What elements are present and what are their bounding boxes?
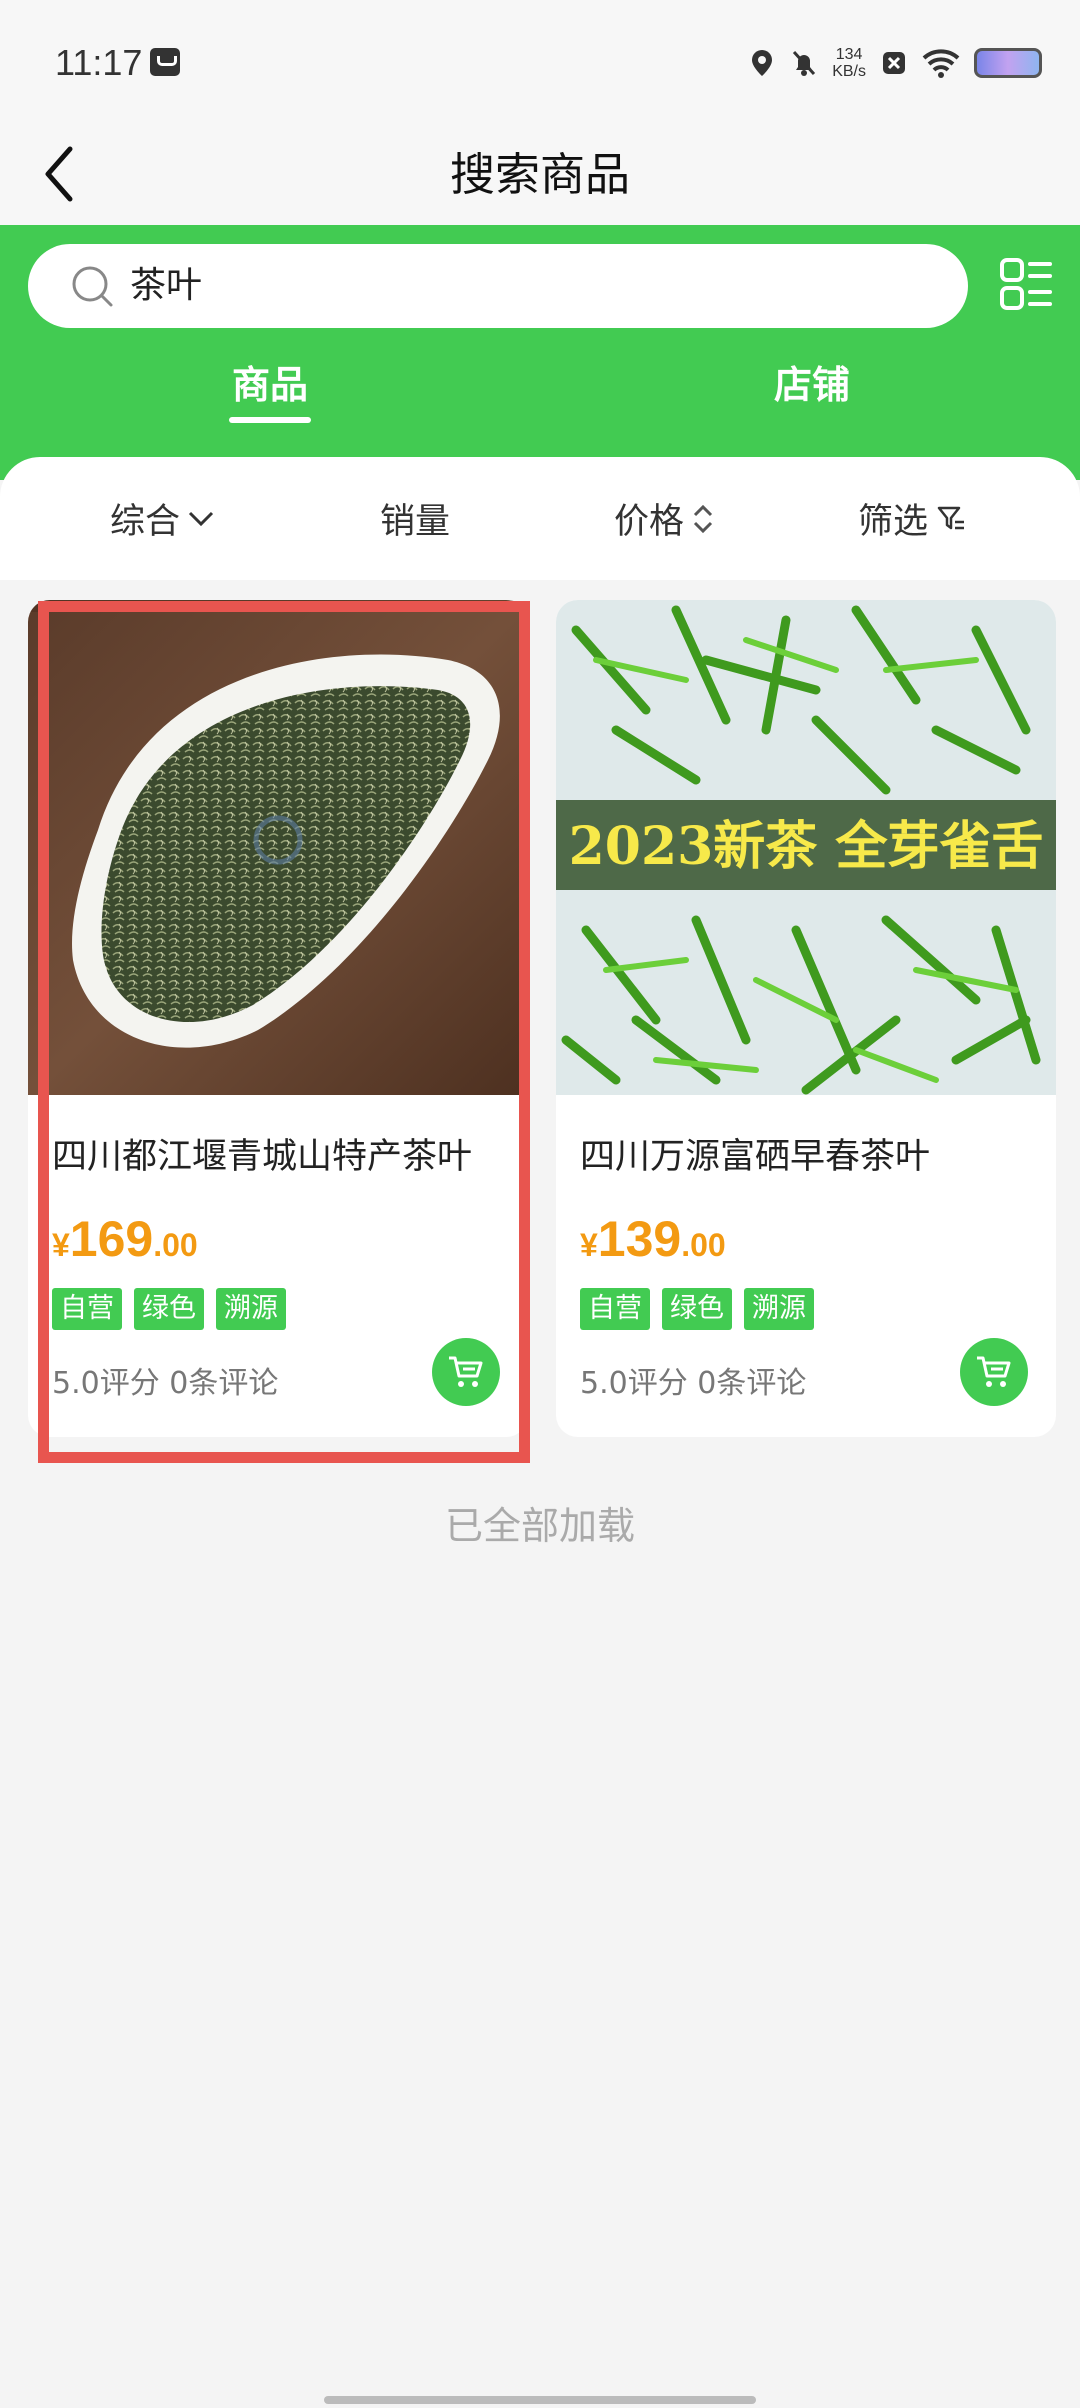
tab-products[interactable]: 商品 xyxy=(190,355,350,423)
wifi-icon xyxy=(922,49,960,78)
add-to-cart-button[interactable] xyxy=(960,1338,1028,1406)
product-card[interactable]: 2023新茶 全芽雀舌 四川万源富硒早春茶叶 ¥139.00 自营 绿色 溯源 … xyxy=(556,600,1056,1437)
tag-self-operated: 自营 xyxy=(580,1288,650,1330)
sort-filter[interactable]: 筛选 xyxy=(858,457,966,580)
cart-icon xyxy=(977,1356,1011,1387)
green-tea-image: 2023新茶 全芽雀舌 xyxy=(556,600,1056,1095)
network-speed: 134 KB/s xyxy=(832,46,866,80)
status-icons: 134 KB/s xyxy=(748,40,1042,86)
price-decimal: .00 xyxy=(681,1227,726,1263)
network-speed-unit: KB/s xyxy=(832,63,866,80)
all-loaded-text: 已全部加载 xyxy=(444,1504,635,1548)
status-bar: 11:17 134 KB/s xyxy=(0,0,1080,125)
sort-comprehensive[interactable]: 综合 xyxy=(110,457,214,580)
sort-sales-label: 销量 xyxy=(380,502,451,542)
price-currency: ¥ xyxy=(580,1227,598,1263)
page-title: 搜索商品 xyxy=(449,148,630,201)
tab-shops[interactable]: 店铺 xyxy=(732,355,892,415)
tab-products-label: 商品 xyxy=(231,363,308,407)
tab-active-indicator xyxy=(229,417,311,423)
battery-icon xyxy=(974,48,1042,78)
sort-price-label: 价格 xyxy=(614,502,685,542)
search-icon xyxy=(72,266,113,307)
home-indicator[interactable] xyxy=(324,2396,756,2404)
sort-updown-icon xyxy=(693,504,713,533)
sort-comprehensive-label: 综合 xyxy=(110,502,181,542)
layout-toggle-icon[interactable] xyxy=(1000,257,1052,311)
selection-highlight xyxy=(38,601,530,1463)
promo-banner-text: 2023新茶 全芽雀舌 xyxy=(569,816,1044,877)
search-area: 茶叶 商品 店铺 xyxy=(0,225,1080,480)
search-input[interactable]: 茶叶 xyxy=(28,244,968,328)
status-time: 11:17 xyxy=(55,42,143,83)
chevron-down-icon xyxy=(188,511,214,526)
result-tabs: 商品 店铺 xyxy=(0,355,1080,435)
sim-off-icon xyxy=(883,52,905,74)
location-icon xyxy=(752,50,773,76)
product-tags: 自营 绿色 溯源 xyxy=(580,1288,814,1330)
tag-green: 绿色 xyxy=(662,1288,732,1330)
app-header: 搜索商品 xyxy=(0,125,1080,225)
product-price: ¥139.00 xyxy=(580,1210,726,1268)
sort-bar: 综合 销量 价格 筛选 xyxy=(0,457,1080,580)
price-integer: 139 xyxy=(597,1211,682,1267)
product-name: 四川万源富硒早春茶叶 xyxy=(580,1137,931,1177)
network-speed-value: 134 xyxy=(835,46,863,63)
filter-icon xyxy=(937,506,965,529)
message-icon xyxy=(150,48,180,76)
product-image: 2023新茶 全芽雀舌 xyxy=(556,600,1056,1095)
tab-shops-label: 店铺 xyxy=(773,363,850,407)
search-query: 茶叶 xyxy=(130,265,203,306)
sort-filter-label: 筛选 xyxy=(858,502,929,542)
sort-price[interactable]: 价格 xyxy=(614,457,714,580)
product-rating: 5.0评分 0条评论 xyxy=(580,1366,807,1401)
mute-bell-icon xyxy=(793,50,816,76)
tag-traceable: 溯源 xyxy=(744,1288,814,1330)
sort-sales[interactable]: 销量 xyxy=(380,457,450,580)
